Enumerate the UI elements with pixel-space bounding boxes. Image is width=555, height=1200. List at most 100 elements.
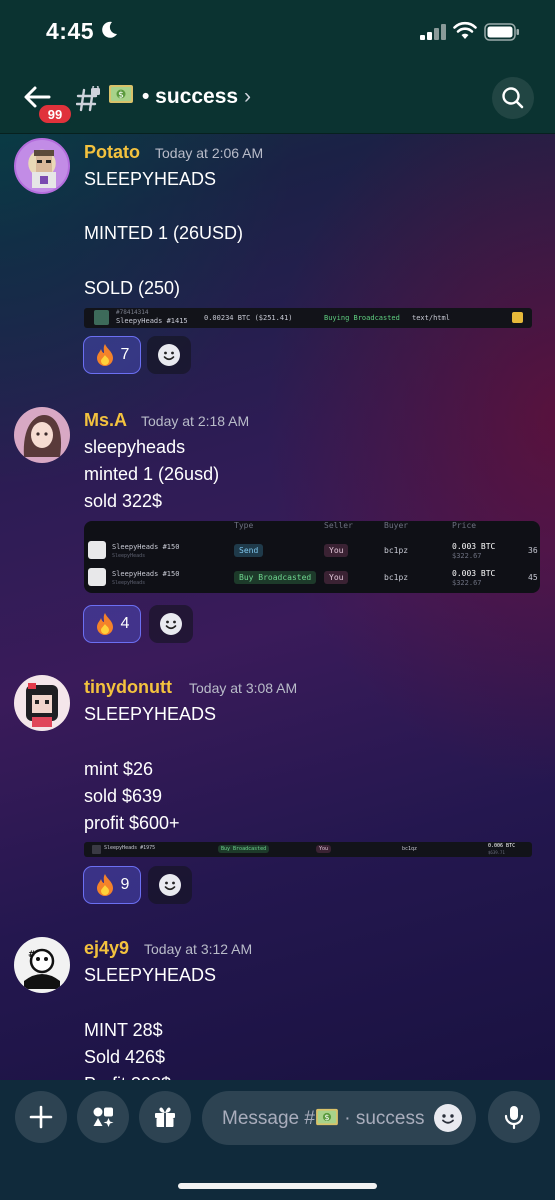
table-header: Type bbox=[234, 521, 254, 530]
author-name[interactable]: Potato bbox=[84, 142, 140, 163]
type-badge: Buy Broadcasted bbox=[234, 571, 317, 584]
money-emoji-icon: $ bbox=[109, 85, 133, 103]
search-button[interactable] bbox=[492, 77, 534, 119]
item-extra: 45 bbox=[528, 573, 538, 582]
item-extra: 36 bbox=[528, 546, 538, 555]
attach-button[interactable] bbox=[15, 1091, 67, 1143]
status-time: 4:45 bbox=[46, 18, 95, 44]
buyer-address: bc1qz bbox=[402, 846, 418, 852]
status-bar: 4:45 bbox=[0, 0, 555, 64]
svg-text:$: $ bbox=[118, 91, 124, 101]
search-icon bbox=[502, 87, 524, 109]
item-usd: $322.67 bbox=[452, 579, 482, 587]
marketplace-icon bbox=[512, 312, 523, 323]
message-text: sold 322$ bbox=[84, 491, 163, 511]
fire-icon bbox=[96, 344, 113, 366]
home-indicator bbox=[178, 1183, 377, 1189]
message-text: SLEEPYHEADS bbox=[84, 965, 217, 985]
emoji-button[interactable] bbox=[434, 1104, 462, 1132]
author-name[interactable]: tinydonutt bbox=[84, 677, 172, 698]
item-id: #78414314 bbox=[116, 309, 149, 316]
wifi-icon bbox=[453, 21, 477, 39]
fire-reaction-button[interactable]: 4 bbox=[83, 605, 141, 643]
message-timestamp: Today at 3:08 AM bbox=[189, 680, 298, 696]
message-text: profit $600+ bbox=[84, 813, 180, 833]
author-name[interactable]: ej4y9 bbox=[84, 938, 129, 959]
reaction-count: 4 bbox=[120, 615, 130, 632]
seller-badge: You bbox=[324, 571, 349, 584]
attached-image[interactable]: Type Seller Buyer Price SleepyHeads #150… bbox=[84, 521, 540, 593]
battery-icon bbox=[484, 23, 519, 41]
add-reaction-button[interactable] bbox=[147, 336, 191, 374]
pixel-avatar-icon bbox=[32, 150, 56, 188]
gift-button[interactable] bbox=[139, 1091, 191, 1143]
item-usd: $322.67 bbox=[452, 552, 482, 560]
nft-thumbnail bbox=[88, 541, 106, 559]
pixel-avatar-icon bbox=[26, 683, 58, 727]
table-header: Seller bbox=[324, 521, 353, 530]
fire-reaction-button[interactable]: 9 bbox=[83, 866, 141, 904]
fire-icon bbox=[96, 874, 113, 896]
item-collection: SleepyHeads bbox=[112, 580, 146, 586]
type-badge: Buy Broadcasted bbox=[218, 845, 270, 853]
nft-thumbnail bbox=[94, 310, 109, 325]
fire-reaction-button[interactable]: 7 bbox=[83, 336, 141, 374]
seller-badge: You bbox=[316, 845, 332, 853]
anime-avatar-icon bbox=[23, 415, 62, 457]
message-timestamp: Today at 3:12 AM bbox=[144, 941, 253, 957]
plus-icon bbox=[29, 1105, 53, 1129]
attached-image[interactable]: #78414314 SleepyHeads #1415 0.00234 BTC … bbox=[84, 308, 532, 328]
reaction-count: 7 bbox=[120, 346, 130, 363]
item-name: SleepyHeads #150 bbox=[112, 570, 180, 578]
item-collection: SleepyHeads bbox=[112, 553, 146, 559]
apps-button[interactable] bbox=[77, 1091, 129, 1143]
table-header: Buyer bbox=[384, 521, 409, 530]
avatar[interactable]: # bbox=[14, 937, 70, 993]
avatar[interactable] bbox=[14, 407, 70, 463]
placeholder-channel: · success bbox=[344, 1108, 425, 1129]
table-header: Price bbox=[452, 521, 477, 530]
message-text: sleepyheads bbox=[84, 437, 186, 457]
smiley-icon bbox=[160, 613, 182, 635]
nft-thumbnail bbox=[88, 568, 106, 586]
item-price: 0.003 BTC bbox=[452, 569, 496, 578]
author-name[interactable]: Ms.A bbox=[84, 410, 127, 431]
message-text: SOLD (250) bbox=[84, 278, 181, 298]
avatar[interactable] bbox=[14, 138, 70, 194]
cellular-signal-icon bbox=[420, 24, 446, 40]
avatar[interactable] bbox=[14, 675, 70, 731]
channel-header: 99 $ • success › bbox=[0, 64, 555, 134]
chevron-right-icon: › bbox=[243, 85, 251, 108]
add-reaction-button[interactable] bbox=[148, 866, 192, 904]
locked-channel-icon bbox=[76, 86, 100, 112]
attached-image[interactable]: SleepyHeads #1975 Buy Broadcasted You bc… bbox=[84, 842, 532, 857]
add-reaction-button[interactable] bbox=[149, 605, 193, 643]
item-name: SleepyHeads #150 bbox=[112, 543, 180, 551]
item-price: 0.00234 BTC ($251.41) bbox=[204, 314, 293, 322]
message-text: minted 1 (26usd) bbox=[84, 464, 220, 484]
item-name: SleepyHeads #1975 bbox=[104, 845, 156, 851]
type-badge: Send bbox=[234, 544, 264, 557]
item-usd: $639.71 bbox=[488, 850, 505, 855]
message-input-placeholder: Message # $ · success bbox=[222, 1107, 424, 1130]
message-timestamp: Today at 2:18 AM bbox=[141, 413, 250, 429]
message-timestamp: Today at 2:06 AM bbox=[155, 145, 264, 161]
message-input[interactable]: Message # $ · success bbox=[202, 1091, 476, 1145]
message-text: mint $26 bbox=[84, 759, 154, 779]
message-text: SLEEPYHEADS bbox=[84, 704, 217, 724]
moon-icon bbox=[102, 21, 117, 38]
svg-text:$: $ bbox=[324, 1112, 329, 1122]
channel-name-label: • success bbox=[142, 85, 239, 108]
message-text: MINTED 1 (26USD) bbox=[84, 223, 244, 243]
item-type: text/html bbox=[412, 314, 450, 322]
voice-message-button[interactable] bbox=[488, 1091, 540, 1143]
message-text: Sold 426$ bbox=[84, 1047, 166, 1067]
message-text: sold $639 bbox=[84, 786, 163, 806]
channel-name[interactable]: • success › bbox=[142, 85, 251, 109]
nft-thumbnail bbox=[92, 845, 101, 854]
mic-icon bbox=[504, 1106, 524, 1130]
fire-icon bbox=[96, 613, 113, 635]
smiley-icon bbox=[442, 1114, 454, 1124]
sticker-avatar-icon: # bbox=[24, 948, 60, 989]
buyer-address: bc1pz bbox=[384, 573, 409, 582]
